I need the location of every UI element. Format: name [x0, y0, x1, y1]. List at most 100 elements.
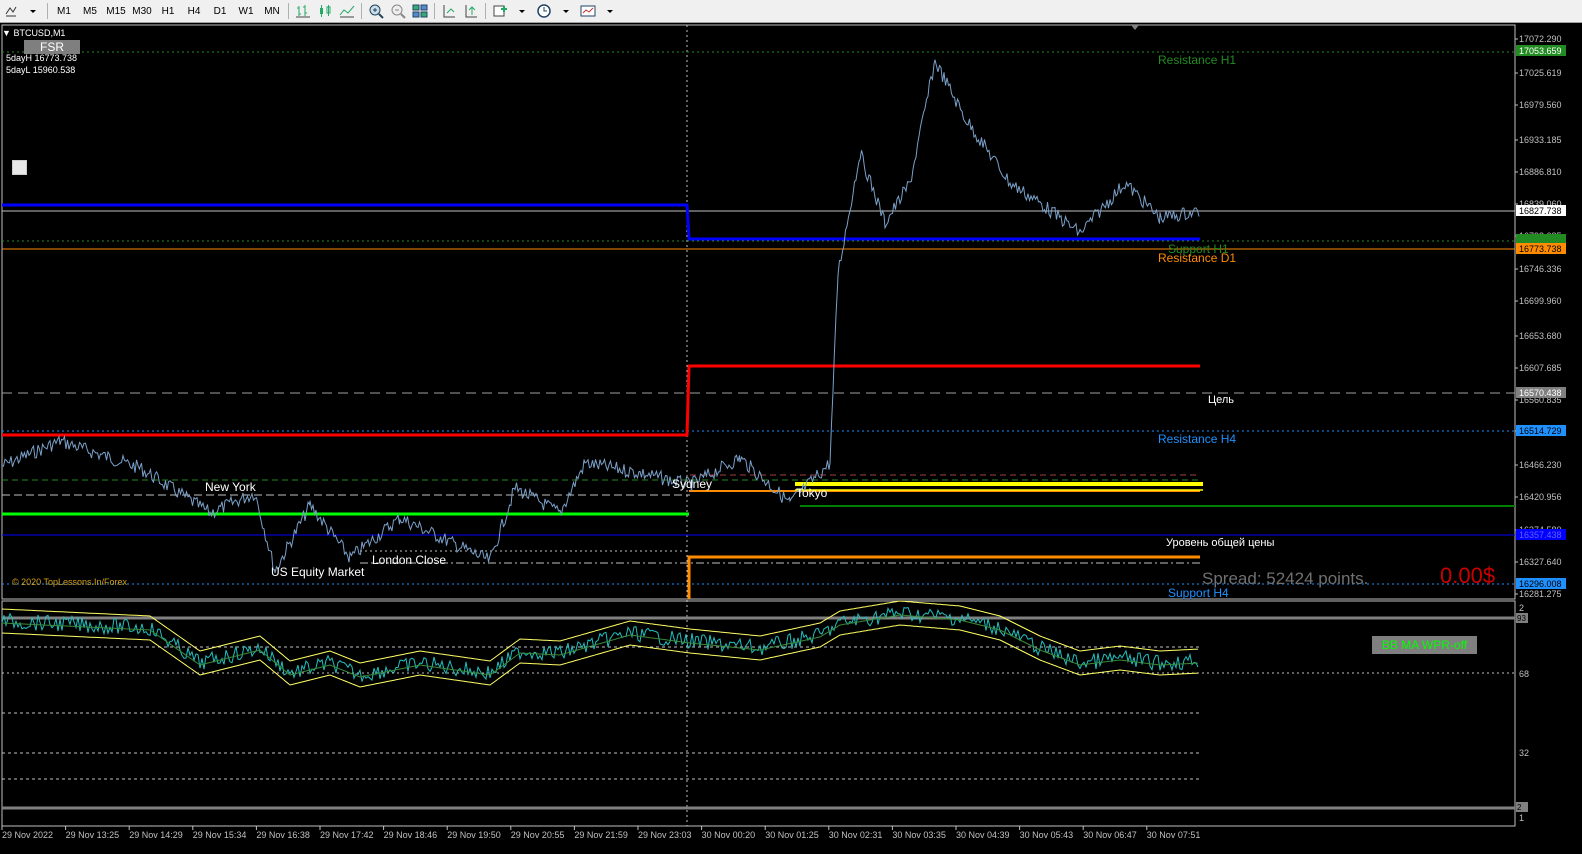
profit-label: 0.00$ [1440, 563, 1495, 588]
chart-shift-icon[interactable] [462, 2, 480, 20]
red-resistance-step [2, 364, 1200, 437]
crosshair-tool-icon[interactable] [2, 2, 20, 20]
indicator-axis-32: 32 [1519, 748, 1529, 758]
indicator-axis-2: 2 [1517, 803, 1522, 812]
session-sydney-label: Sydney [672, 477, 712, 491]
indicators-add-icon[interactable] [491, 2, 509, 20]
time-axis-label: 30 Nov 04:39 [956, 830, 1010, 840]
time-axis: 29 Nov 2022 29 Nov 13:25 29 Nov 14:29 29 No… [1, 826, 1201, 840]
price-axis: 17072.290 17025.619 16979.560 16933.185 1688… [1515, 34, 1562, 599]
indicator-axis-93: 93 [1517, 614, 1526, 623]
symbol-menu-icon[interactable]: ▼ [2, 28, 11, 38]
price-axis-label: 16327.640 [1519, 557, 1562, 567]
toolbar-separator [47, 3, 48, 19]
price-tag-current-text: 16827.738 [1519, 206, 1562, 216]
session-us-equity-label: US Equity Market [271, 565, 365, 579]
timeframe-m30-button[interactable]: M30 [129, 2, 155, 20]
time-axis-label: 29 Nov 2022 [2, 830, 53, 840]
time-axis-label: 30 Nov 07:51 [1147, 830, 1201, 840]
timeframe-d1-button[interactable]: D1 [207, 2, 233, 20]
five-day-low-label: 5dayL 15960.538 [6, 65, 76, 75]
price-tags: 17053.659 16827.738 16773.738 16570.438 … [1516, 45, 1566, 589]
session-tokyo-label: Tokyo [796, 486, 828, 500]
time-axis-label: 29 Nov 19:50 [447, 830, 501, 840]
zoom-out-icon[interactable] [389, 2, 407, 20]
price-axis-label: 17025.619 [1519, 68, 1562, 78]
bb-ma-wpr-toggle-button[interactable]: BB MA WPR-off [1372, 636, 1477, 654]
bar-chart-icon[interactable] [294, 2, 312, 20]
price-tag-target-text: 16570.438 [1519, 388, 1562, 398]
periods-clock-icon[interactable] [535, 2, 553, 20]
time-axis-label: 30 Nov 03:35 [892, 830, 946, 840]
timeframe-h1-button[interactable]: H1 [155, 2, 181, 20]
panel-toggle-checkbox[interactable] [12, 160, 27, 175]
price-tag-resistance-h1-text: 17053.659 [1519, 46, 1562, 56]
symbol-label: BTCUSD,M1 [13, 28, 66, 38]
common-price-label: Уровень общей цены [1166, 537, 1274, 549]
time-axis-label: 29 Nov 21:59 [574, 830, 628, 840]
timeframe-m5-button[interactable]: M5 [77, 2, 103, 20]
time-axis-label: 29 Nov 18:46 [384, 830, 438, 840]
chart-window[interactable]: Resistance H1 Support H1 Resistance D1 Ц… [0, 23, 1582, 851]
dropdown-arrow-icon[interactable] [513, 2, 531, 20]
time-axis-label: 30 Nov 00:20 [702, 830, 756, 840]
auto-scroll-icon[interactable] [440, 2, 458, 20]
timeframe-h4-button[interactable]: H4 [181, 2, 207, 20]
resistance-h4-label: Resistance H4 [1158, 432, 1236, 446]
price-tag-support-d1-text: 16773.738 [1519, 244, 1562, 254]
toolbar-separator [434, 3, 435, 19]
price-tag-common-text: 16357.438 [1519, 530, 1562, 540]
resistance-h1-label: Resistance H1 [1158, 53, 1236, 67]
price-tag-support-h4-text: 16296.008 [1519, 579, 1562, 589]
dropdown-arrow-icon[interactable] [24, 2, 42, 20]
timeframe-m1-button[interactable]: M1 [51, 2, 77, 20]
zoom-in-icon[interactable] [367, 2, 385, 20]
time-axis-label: 29 Nov 17:42 [320, 830, 374, 840]
price-tag-resistance-h4-text: 16514.729 [1519, 426, 1562, 436]
candlestick-chart-icon[interactable] [316, 2, 334, 20]
timeframe-m15-button[interactable]: M15 [103, 2, 129, 20]
templates-icon[interactable] [579, 2, 597, 20]
blue-support-step [2, 203, 1200, 241]
time-axis-label: 29 Nov 15:34 [193, 830, 247, 840]
dropdown-arrow-icon[interactable] [557, 2, 575, 20]
timeframe-w1-button[interactable]: W1 [233, 2, 259, 20]
price-axis-label: 16979.560 [1519, 100, 1562, 110]
fsr-button[interactable]: FSR [24, 40, 80, 54]
price-axis-label: 16281.275 [1519, 589, 1562, 599]
toolbar: M1 M5 M15 M30 H1 H4 D1 W1 MN [0, 0, 1582, 23]
price-series [1, 59, 1200, 574]
price-axis-label: 16653.680 [1519, 331, 1562, 341]
time-axis-label: 29 Nov 13:25 [66, 830, 120, 840]
time-axis-label: 30 Nov 06:47 [1083, 830, 1137, 840]
time-axis-label: 30 Nov 01:25 [765, 830, 819, 840]
price-axis-label: 16933.185 [1519, 135, 1562, 145]
ma-series [1, 614, 1199, 678]
time-axis-label: 29 Nov 14:29 [129, 830, 183, 840]
time-axis-label: 30 Nov 05:43 [1020, 830, 1074, 840]
dropdown-arrow-icon[interactable] [601, 2, 619, 20]
price-axis-label: 16420.956 [1519, 492, 1562, 502]
resistance-d1-label: Resistance D1 [1158, 251, 1236, 265]
indicator-axis-68: 68 [1519, 669, 1529, 679]
time-axis-label: 29 Nov 20:55 [511, 830, 565, 840]
toolbar-separator [288, 3, 289, 19]
toolbar-separator [485, 3, 486, 19]
indicator-axis-bottom: 1 [1519, 813, 1524, 823]
tile-windows-icon[interactable] [411, 2, 429, 20]
chart-canvas[interactable]: Resistance H1 Support H1 Resistance D1 Ц… [0, 23, 1582, 851]
spread-label: Spread: 52424 points. [1202, 569, 1368, 588]
chart-shift-marker-icon[interactable] [1131, 25, 1139, 30]
line-chart-icon[interactable] [338, 2, 356, 20]
price-axis-label: 17072.290 [1519, 34, 1562, 44]
session-london-close-label: London Close [372, 553, 446, 567]
symbol-header: ▼ BTCUSD,M1 [2, 27, 65, 39]
price-axis-label: 16607.685 [1519, 363, 1562, 373]
copyright-label: © 2020 TopLessons.In/Forex [12, 577, 128, 587]
price-axis-label: 16466.230 [1519, 460, 1562, 470]
price-axis-label: 16699.960 [1519, 296, 1562, 306]
timeframe-mn-button[interactable]: MN [259, 2, 285, 20]
toolbar-separator [361, 3, 362, 19]
indicator-axis-top: 2 [1519, 603, 1524, 613]
target-label: Цель [1208, 394, 1234, 406]
